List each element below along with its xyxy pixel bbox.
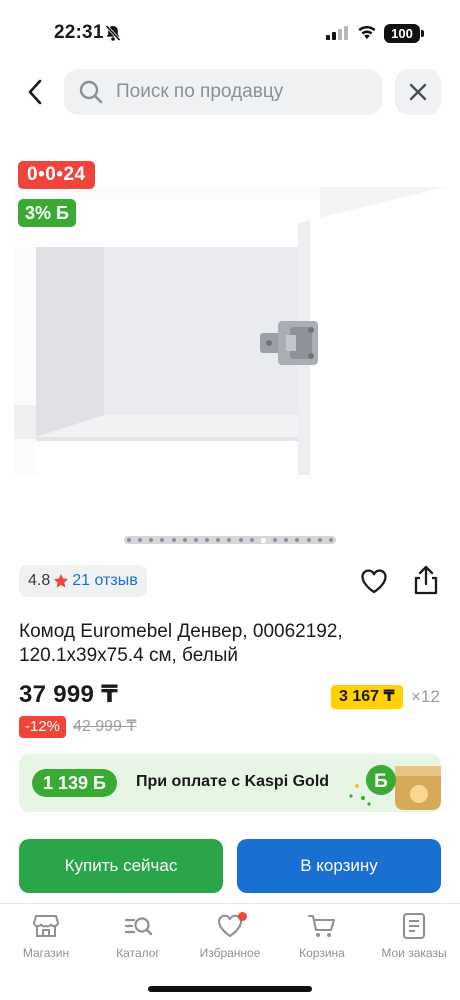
battery-icon: 100 <box>384 24 420 43</box>
share-button[interactable] <box>412 565 442 597</box>
close-icon <box>409 83 427 101</box>
kaspi-gold-banner[interactable]: 1 139 Б При оплате с Kaspi Gold Б <box>19 754 441 812</box>
pagination-dot[interactable] <box>317 538 322 542</box>
signal-icon <box>326 26 348 45</box>
pagination-dot[interactable] <box>284 538 289 542</box>
search-icon <box>79 80 103 104</box>
pagination-dot[interactable] <box>306 538 311 542</box>
pagination-dot[interactable] <box>127 538 131 542</box>
tab-orders[interactable]: Мои заказы <box>368 912 460 968</box>
pagination-dot[interactable] <box>149 538 154 542</box>
close-button[interactable] <box>395 69 441 115</box>
kaspi-gold-text: При оплате с Kaspi Gold <box>136 773 330 790</box>
bell-off-icon <box>104 24 122 47</box>
current-price: 37 999 ₸ <box>19 681 119 708</box>
svg-text:Б: Б <box>374 771 388 792</box>
heart-icon <box>361 569 387 594</box>
bonus-badge: 1 139 Б <box>32 769 117 797</box>
status-bar: 22:31 100 <box>0 0 460 64</box>
wifi-icon <box>357 24 377 45</box>
tab-label: Мои заказы <box>381 946 447 960</box>
chevron-left-icon <box>28 79 42 105</box>
tab-cart[interactable]: Корзина <box>276 912 368 968</box>
reviews-link[interactable]: 21 отзыв <box>72 572 137 590</box>
shop-icon <box>33 915 59 937</box>
installment-months: ×12 <box>411 687 440 706</box>
tab-catalog[interactable]: Каталог <box>92 912 184 968</box>
pagination-dot[interactable] <box>138 538 143 542</box>
pagination-dot[interactable] <box>193 538 198 542</box>
buy-now-button[interactable]: Купить сейчас <box>19 839 223 893</box>
gallery-pagination[interactable] <box>124 536 336 544</box>
product-photo[interactable] <box>14 187 446 475</box>
battery-tip <box>421 30 424 37</box>
pagination-dot[interactable] <box>295 538 300 542</box>
search-input[interactable] <box>116 69 366 115</box>
tab-shop[interactable]: Магазин <box>0 912 92 968</box>
discount-badge: -12% <box>19 716 67 738</box>
pagination-dot[interactable] <box>328 538 333 542</box>
product-gallery[interactable]: 0•0•24 3% Б <box>14 155 446 475</box>
status-time: 22:31 <box>54 22 104 43</box>
tab-label: Магазин <box>22 946 70 960</box>
pagination-dot[interactable] <box>216 538 221 542</box>
pagination-dot[interactable] <box>182 538 187 542</box>
cart-icon <box>307 914 336 937</box>
notification-dot <box>238 912 247 921</box>
pagination-dot[interactable] <box>273 538 278 542</box>
rating-value: 4.8 <box>28 572 51 589</box>
pagination-dot[interactable] <box>227 538 232 542</box>
tab-favorites[interactable]: Избранное <box>184 912 276 968</box>
pagination-dot[interactable] <box>171 538 176 542</box>
search-row <box>0 69 460 115</box>
favorite-button[interactable] <box>360 568 390 598</box>
cashback-badge: 3% Б <box>18 199 76 227</box>
pagination-dot[interactable] <box>160 538 165 542</box>
search-box[interactable] <box>64 69 382 115</box>
back-button[interactable] <box>18 73 52 111</box>
share-icon <box>414 565 438 595</box>
orders-icon <box>402 912 426 940</box>
pagination-dot[interactable] <box>238 538 243 542</box>
old-price: 42 999 ₸ <box>73 718 137 735</box>
rating-pill[interactable]: 4.8 21 отзыв <box>19 565 147 597</box>
pagination-dot[interactable] <box>249 538 254 542</box>
promo-timer-badge: 0•0•24 <box>18 161 95 189</box>
home-indicator <box>148 986 312 992</box>
product-title: Комод Euromebel Денвер, 00062192, 120.1x… <box>19 621 343 666</box>
installment-price[interactable]: 3 167 ₸ <box>331 685 403 709</box>
add-to-cart-button[interactable]: В корзину <box>237 839 441 893</box>
tab-label: Корзина <box>299 946 345 960</box>
star-icon <box>54 574 69 588</box>
tab-label: Избранное <box>199 946 261 960</box>
pagination-dot[interactable] <box>205 538 210 542</box>
catalog-icon <box>124 917 153 936</box>
pagination-dot-active[interactable] <box>260 537 266 543</box>
tab-label: Каталог <box>116 946 160 960</box>
kaspi-gold-card-icon: Б <box>349 765 441 810</box>
